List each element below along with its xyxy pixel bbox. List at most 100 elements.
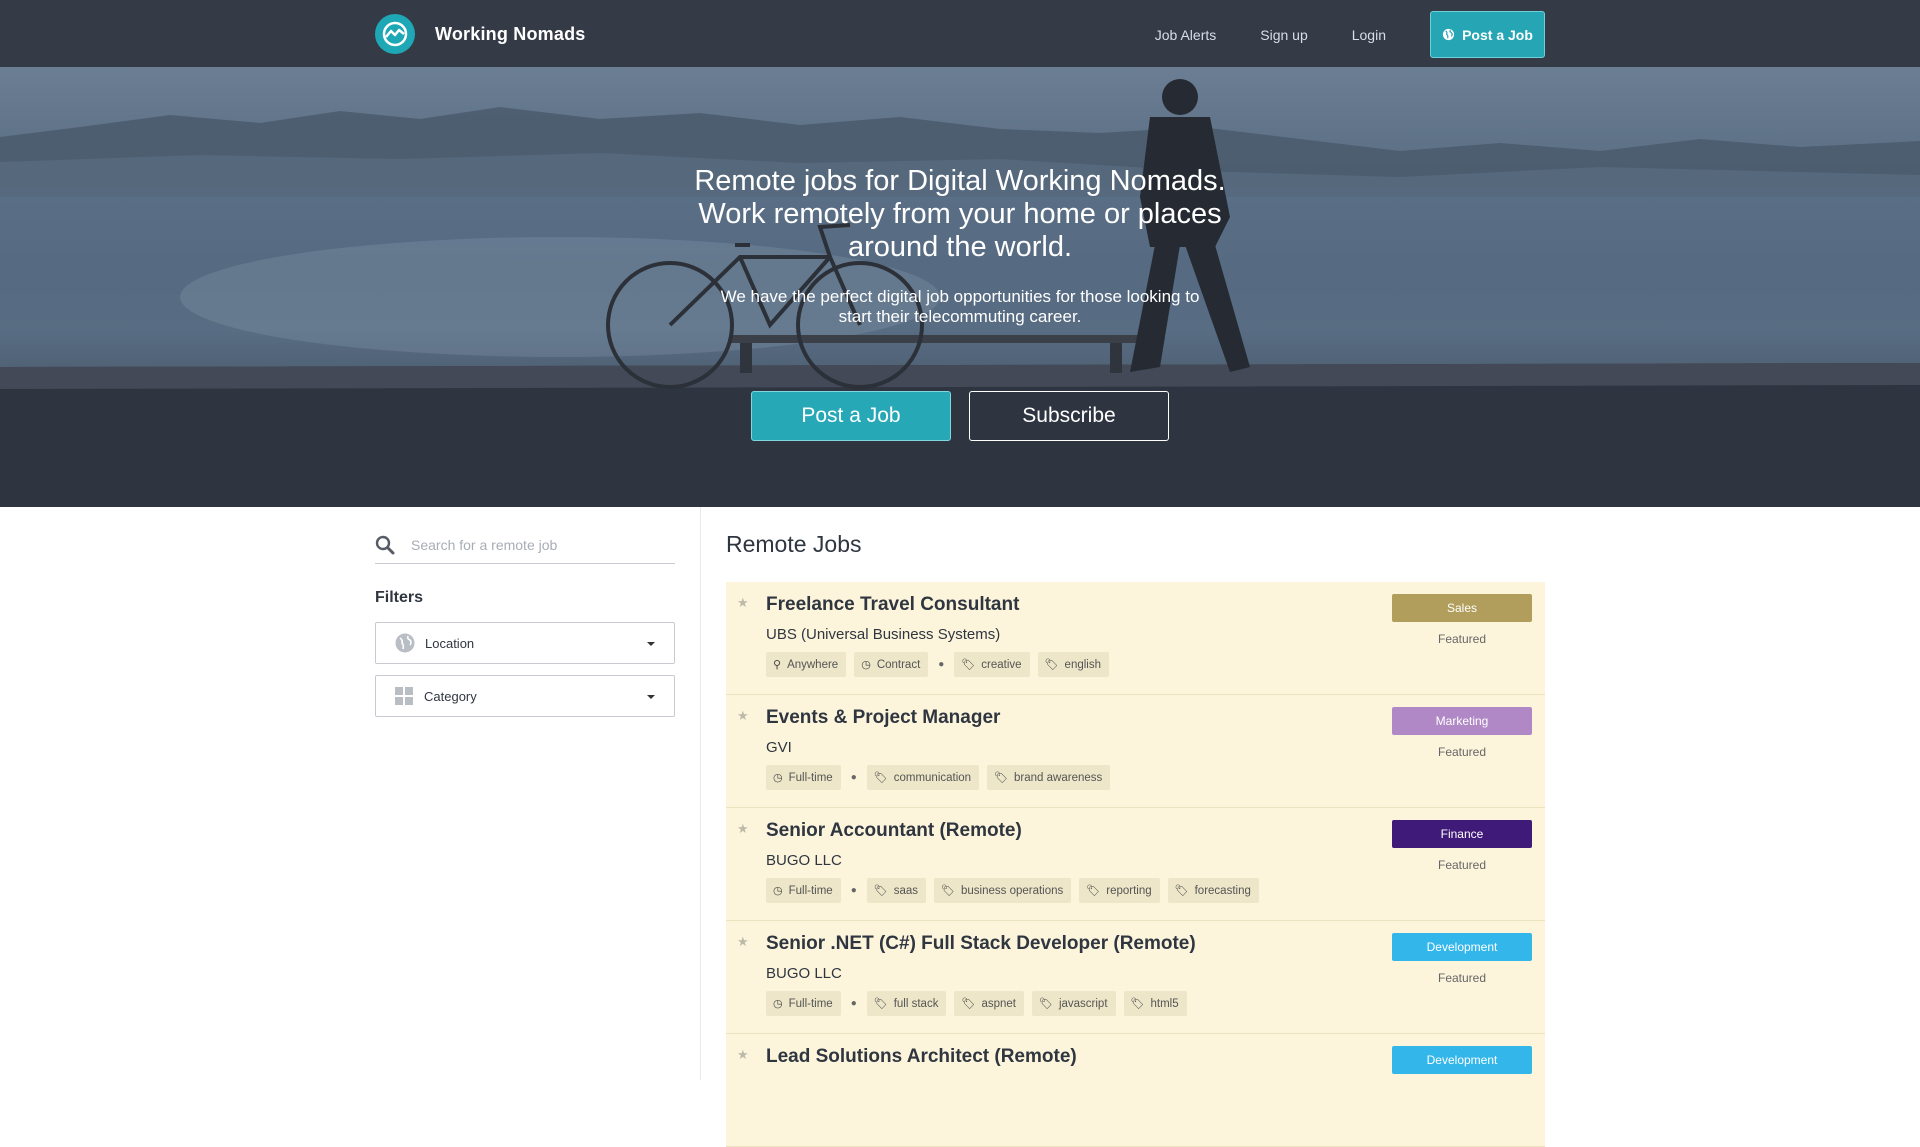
category-badge[interactable]: Development bbox=[1392, 933, 1532, 961]
tag-chip[interactable]: 🏷 business operations bbox=[934, 878, 1072, 903]
category-badge[interactable]: Finance bbox=[1392, 820, 1532, 848]
hero-title: Remote jobs for Digital Working Nomads. … bbox=[560, 165, 1360, 264]
tag-chip[interactable]: 🏷 saas bbox=[866, 878, 927, 903]
tag-icon: 🏷 bbox=[994, 772, 1009, 784]
separator-dot: ● bbox=[850, 772, 857, 783]
tag-icon: 🏷 bbox=[873, 998, 888, 1010]
job-title[interactable]: Senior Accountant (Remote) bbox=[766, 820, 1022, 842]
search-icon bbox=[375, 535, 395, 555]
tag-chip[interactable]: 🏷 html5 bbox=[1123, 991, 1187, 1016]
hero-subscribe-button[interactable]: Subscribe bbox=[969, 391, 1169, 441]
star-icon[interactable]: ★ bbox=[737, 821, 749, 837]
hero-banner: Remote jobs for Digital Working Nomads. … bbox=[0, 67, 1920, 507]
tag-icon: 🏷 bbox=[961, 659, 976, 671]
job-type-chip-label: Contract bbox=[876, 658, 921, 671]
hero-post-job-button[interactable]: Post a Job bbox=[751, 391, 951, 441]
tag-chip[interactable]: 🏷 creative bbox=[954, 652, 1030, 677]
tag-chip-label: aspnet bbox=[981, 997, 1016, 1010]
job-title[interactable]: Events & Project Manager bbox=[766, 707, 1000, 729]
tag-chip-label: reporting bbox=[1106, 884, 1152, 897]
job-listing[interactable]: ★ Senior .NET (C#) Full Stack Developer … bbox=[726, 921, 1545, 1034]
location-chip-label: Anywhere bbox=[787, 658, 839, 671]
job-type-chip[interactable]: ◷ Full-time bbox=[766, 878, 841, 903]
brand-name: Working Nomads bbox=[435, 23, 586, 44]
star-icon[interactable]: ★ bbox=[737, 595, 749, 611]
company-name: GVI bbox=[766, 739, 792, 756]
clock-icon: ◷ bbox=[773, 998, 783, 1010]
tag-chip[interactable]: 🏷 aspnet bbox=[954, 991, 1024, 1016]
category-badge[interactable]: Sales bbox=[1392, 594, 1532, 622]
job-listing[interactable]: ★ Events & Project Manager GVI ◷ Full-ti… bbox=[726, 695, 1545, 808]
clock-icon: ◷ bbox=[773, 772, 783, 784]
job-list: ★ Freelance Travel Consultant UBS (Unive… bbox=[726, 582, 1545, 1147]
brand-link[interactable]: Working Nomads bbox=[375, 14, 585, 54]
star-icon[interactable]: ★ bbox=[737, 934, 749, 950]
job-title[interactable]: Freelance Travel Consultant bbox=[766, 594, 1019, 616]
job-title[interactable]: Lead Solutions Architect (Remote) bbox=[766, 1046, 1077, 1068]
tag-chip[interactable]: 🏷 full stack bbox=[866, 991, 947, 1016]
category-badge[interactable]: Development bbox=[1392, 1046, 1532, 1074]
tag-chip[interactable]: 🏷 javascript bbox=[1031, 991, 1116, 1016]
tag-icon: 🏷 bbox=[1174, 885, 1189, 897]
hero-title-line-1: Remote jobs for Digital Working Nomads. bbox=[694, 165, 1226, 197]
tag-chip[interactable]: 🏷 brand awareness bbox=[987, 765, 1111, 790]
star-icon[interactable]: ★ bbox=[737, 1047, 749, 1063]
nav-sign-up-link[interactable]: Sign up bbox=[1260, 27, 1307, 43]
globe-icon bbox=[1443, 28, 1455, 41]
job-listing[interactable]: ★ Freelance Travel Consultant UBS (Unive… bbox=[726, 582, 1545, 695]
tag-chip[interactable]: 🏷 forecasting bbox=[1167, 878, 1259, 903]
clock-icon: ◷ bbox=[773, 885, 783, 897]
tag-chip[interactable]: 🏷 communication bbox=[866, 765, 980, 790]
hero-title-line-3: around the world. bbox=[847, 231, 1073, 263]
location-chip[interactable]: ⚲ Anywhere bbox=[766, 652, 847, 677]
tag-chip-label: brand awareness bbox=[1014, 771, 1103, 784]
job-listing[interactable]: ★ Senior Accountant (Remote) BUGO LLC ◷ … bbox=[726, 808, 1545, 921]
map-marker-icon: ⚲ bbox=[773, 659, 782, 671]
job-type-chip[interactable]: ◷ Contract bbox=[854, 652, 929, 677]
tag-chip-label: javascript bbox=[1058, 997, 1108, 1010]
category-filter-select[interactable]: Category bbox=[375, 675, 675, 717]
job-type-chip[interactable]: ◷ Full-time bbox=[766, 765, 841, 790]
featured-label: Featured bbox=[1437, 971, 1487, 985]
tag-icon: 🏷 bbox=[1086, 885, 1101, 897]
tag-chip-label: full stack bbox=[893, 997, 939, 1010]
tag-icon: 🏷 bbox=[1038, 998, 1053, 1010]
top-nav-bar: Working Nomads Job Alerts Sign up Login … bbox=[0, 0, 1920, 67]
tag-chip-label: saas bbox=[893, 884, 919, 897]
nav-login-link[interactable]: Login bbox=[1352, 27, 1386, 43]
tag-chip-label: communication bbox=[893, 771, 972, 784]
search-bar bbox=[375, 527, 675, 564]
job-listing[interactable]: ★ Lead Solutions Architect (Remote) Deve… bbox=[726, 1034, 1545, 1147]
separator-dot: ● bbox=[850, 998, 857, 1009]
job-tags: ◷ Full-time ● 🏷 saas 🏷 business operatio… bbox=[766, 878, 1267, 903]
nav-post-job-button[interactable]: Post a Job bbox=[1430, 11, 1545, 58]
tag-chip-label: business operations bbox=[960, 884, 1064, 897]
job-tags: ⚲ Anywhere ◷ Contract ● 🏷 creative 🏷 eng… bbox=[766, 652, 1117, 677]
job-type-chip[interactable]: ◷ Full-time bbox=[766, 991, 841, 1016]
tag-chip-label: english bbox=[1064, 658, 1101, 671]
tag-icon: 🏷 bbox=[873, 885, 888, 897]
job-type-chip-label: Full-time bbox=[788, 884, 833, 897]
star-icon[interactable]: ★ bbox=[737, 708, 749, 724]
location-filter-label: Location bbox=[425, 635, 475, 651]
main-nav: Job Alerts Sign up Login Post a Job bbox=[1155, 11, 1545, 58]
tag-chip[interactable]: 🏷 reporting bbox=[1079, 878, 1160, 903]
working-nomads-logo-icon bbox=[375, 14, 415, 54]
remote-jobs-heading: Remote Jobs bbox=[726, 531, 862, 557]
job-type-chip-label: Full-time bbox=[788, 997, 833, 1010]
globe-icon bbox=[395, 633, 415, 653]
tag-chip[interactable]: 🏷 english bbox=[1037, 652, 1109, 677]
chevron-down-icon bbox=[647, 642, 655, 646]
nav-job-alerts-link[interactable]: Job Alerts bbox=[1155, 27, 1216, 43]
job-tags: ◷ Full-time ● 🏷 communication 🏷 brand aw… bbox=[766, 765, 1118, 790]
search-input[interactable] bbox=[411, 537, 571, 553]
category-badge[interactable]: Marketing bbox=[1392, 707, 1532, 735]
location-filter-select[interactable]: Location bbox=[375, 622, 675, 664]
company-name: BUGO LLC bbox=[766, 852, 842, 869]
job-tags: ◷ Full-time ● 🏷 full stack 🏷 aspnet 🏷 ja… bbox=[766, 991, 1195, 1016]
clock-icon: ◷ bbox=[861, 659, 871, 671]
company-name: BUGO LLC bbox=[766, 965, 842, 982]
tag-chip-label: creative bbox=[981, 658, 1022, 671]
hero-subtitle: We have the perfect digital job opportun… bbox=[660, 287, 1260, 327]
job-title[interactable]: Senior .NET (C#) Full Stack Developer (R… bbox=[766, 933, 1196, 955]
